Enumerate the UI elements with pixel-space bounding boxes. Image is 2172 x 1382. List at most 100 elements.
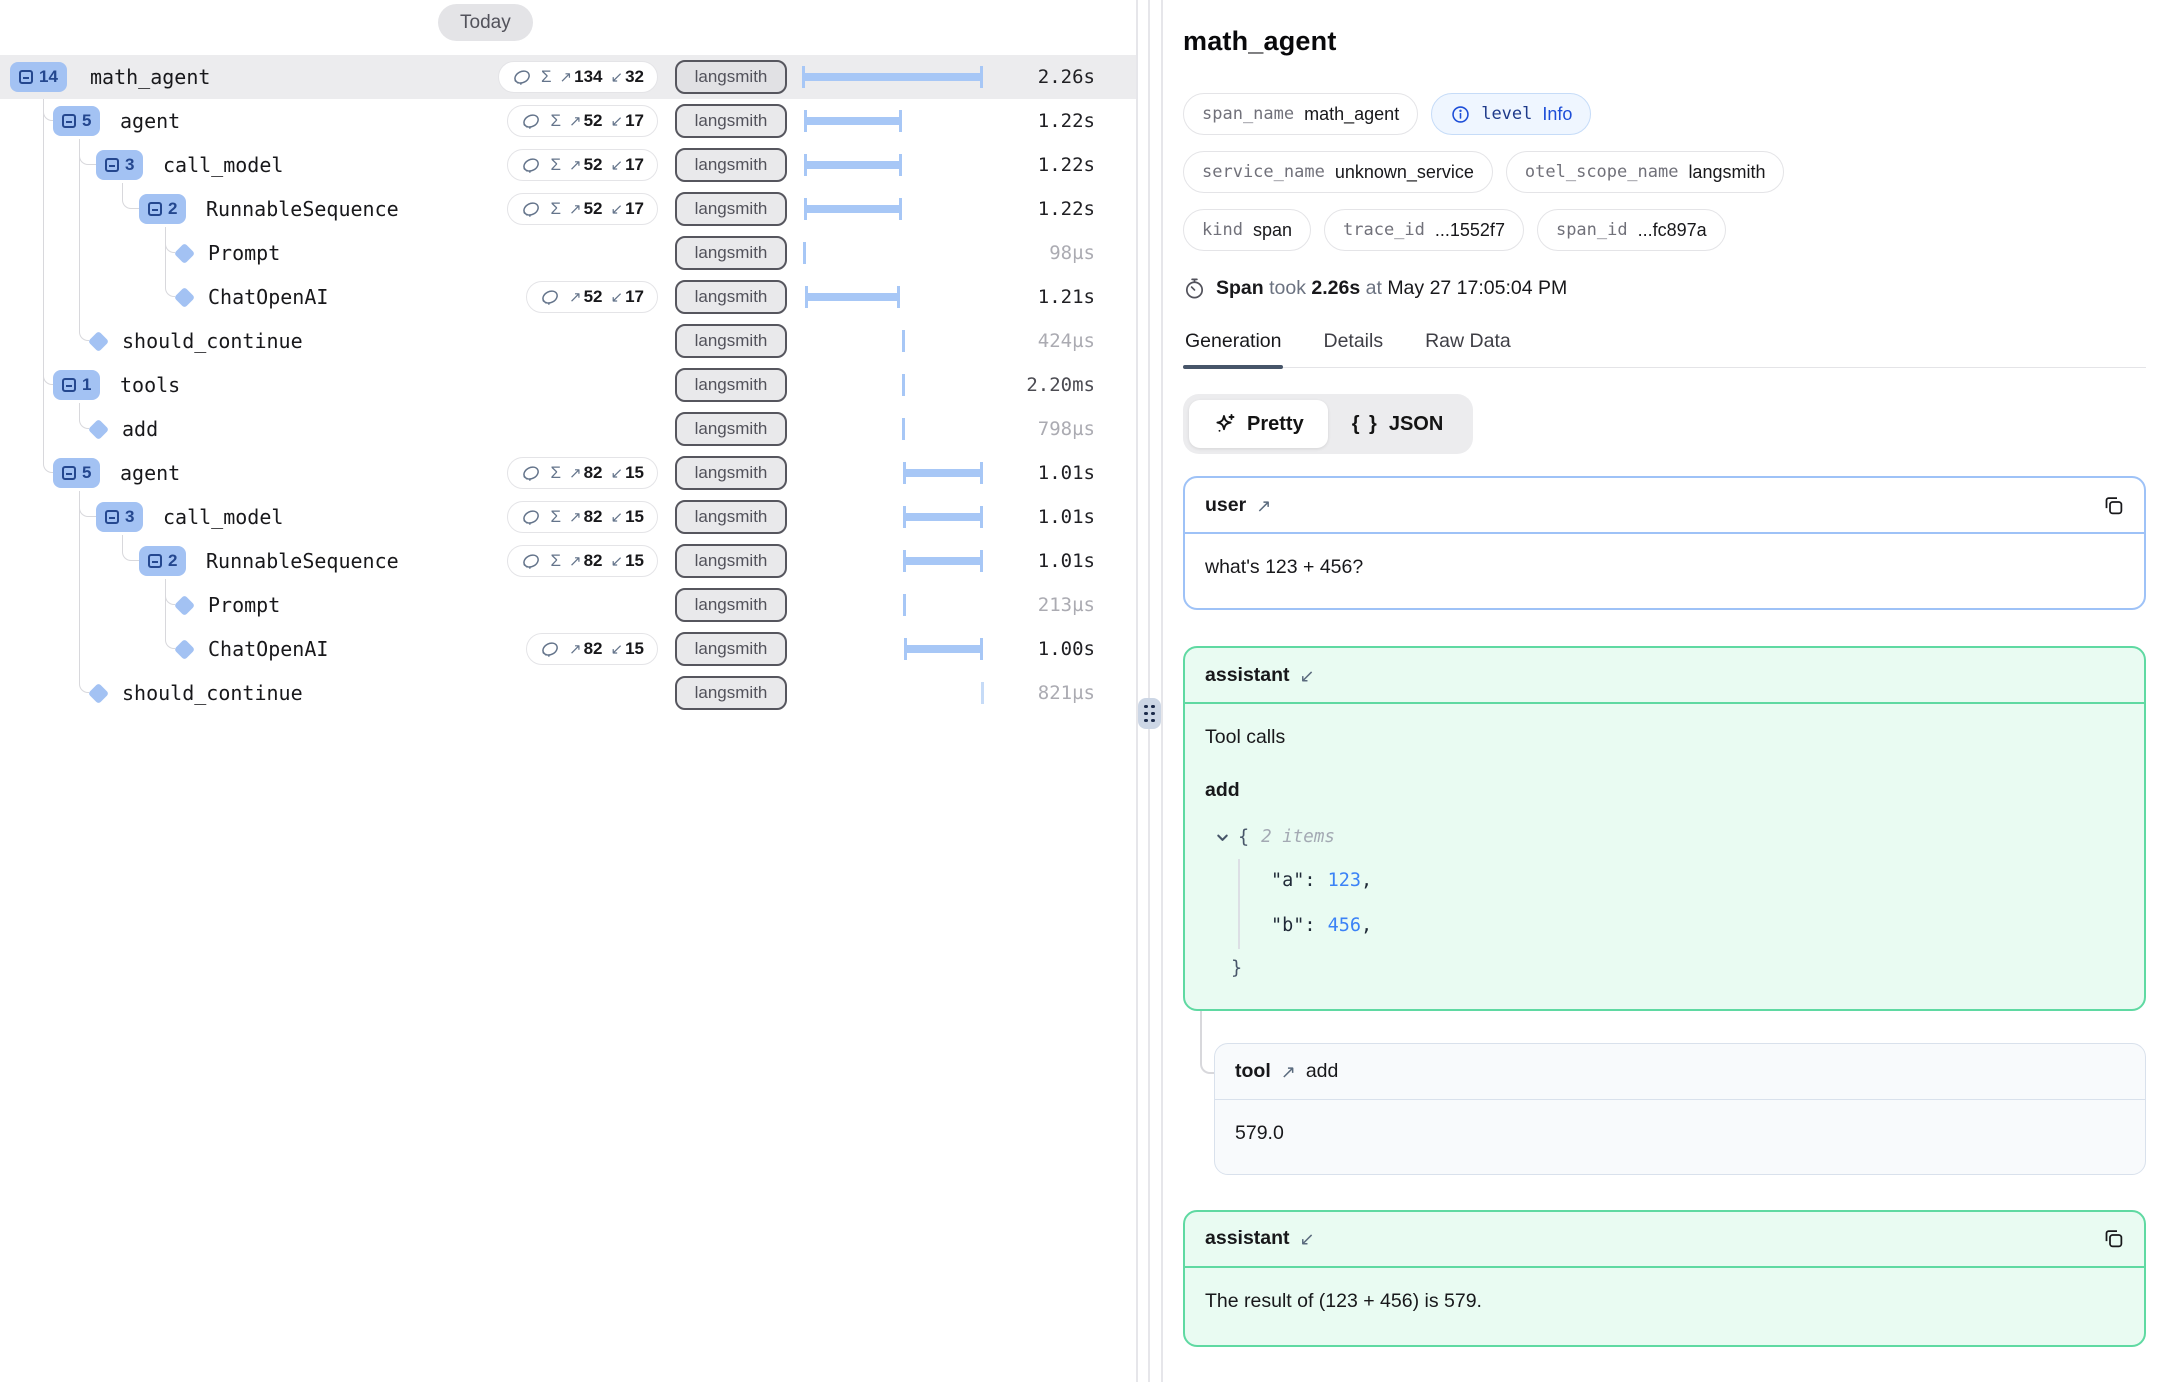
timeline-track [802, 539, 983, 583]
tab-raw-data[interactable]: Raw Data [1423, 330, 1513, 367]
input-tokens: 52 [584, 199, 603, 219]
trace-row-call_model[interactable]: 3call_modelΣ↗52↙17langsmith1.22s [0, 143, 1137, 187]
attribute-key: service_name [1202, 162, 1325, 182]
tokens-icon [521, 111, 542, 132]
trace-row-call_model[interactable]: 3call_modelΣ↗82↙15langsmith1.01s [0, 495, 1137, 539]
role-label: tool [1235, 1060, 1271, 1083]
collapse-badge[interactable]: 5 [53, 106, 100, 136]
trace-row-tools[interactable]: 1toolslangsmith2.20ms [0, 363, 1137, 407]
tab-generation[interactable]: Generation [1183, 330, 1283, 367]
role-label: assistant [1205, 664, 1290, 687]
tool-connector-line [1200, 1011, 1214, 1074]
trace-row-math_agent[interactable]: 14math_agentΣ↗134↙32langsmith2.26s [0, 55, 1137, 99]
trace-row-RunnableSequence[interactable]: 2RunnableSequenceΣ↗82↙15langsmith1.01s [0, 539, 1137, 583]
collapse-minus-icon [62, 114, 76, 128]
chevron-down-icon[interactable] [1215, 830, 1230, 845]
timeline-track [802, 407, 983, 451]
open-span-icon[interactable]: ↗ [1256, 496, 1271, 517]
detail-tabs: Generation Details Raw Data [1183, 330, 2146, 368]
collapse-minus-icon [148, 202, 162, 216]
descendant-count: 14 [39, 67, 58, 87]
copy-button[interactable] [2103, 1228, 2124, 1249]
panel-divider-line [1136, 0, 1138, 1382]
trace-row-agent[interactable]: 5agentΣ↗52↙17langsmith1.22s [0, 99, 1137, 143]
open-span-icon[interactable]: ↙ [1300, 666, 1315, 687]
open-span-icon[interactable]: ↙ [1300, 1229, 1315, 1250]
collapse-badge[interactable]: 5 [53, 458, 100, 488]
token-usage-badge: ↗82↙15 [526, 633, 658, 665]
copy-icon [2103, 495, 2124, 516]
role-label: user [1205, 494, 1246, 517]
duration-label: 1.01s [1038, 495, 1095, 539]
attribute-pills: span_namemath_agentlevelInfoservice_name… [1183, 93, 2146, 251]
trace-row-should_continue[interactable]: should_continuelangsmith424µs [0, 319, 1137, 363]
panel-resize-handle[interactable] [1138, 698, 1161, 729]
output-tokens: 15 [625, 639, 644, 659]
leaf-diamond-icon [174, 243, 195, 264]
input-arrow-icon: ↗ [569, 640, 582, 658]
collapse-minus-icon [105, 510, 119, 524]
collapse-badge[interactable]: 3 [96, 150, 143, 180]
span-timing: Span took 2.26s at May 27 17:05:04 PM [1183, 277, 2146, 300]
toggle-json[interactable]: { } JSON [1328, 400, 1468, 448]
span-name: call_model [163, 143, 283, 187]
collapse-badge[interactable]: 14 [10, 62, 67, 92]
langsmith-tag: langsmith [675, 236, 787, 270]
span-name: agent [120, 451, 180, 495]
timeline-tick [902, 374, 905, 396]
copy-button[interactable] [2103, 495, 2124, 516]
trace-row-Prompt[interactable]: Promptlangsmith213µs [0, 583, 1137, 627]
output-tokens: 15 [625, 551, 644, 571]
descendant-count: 3 [125, 507, 134, 527]
info-icon [1450, 104, 1471, 125]
items-count-label: 2 items [1261, 825, 1335, 850]
input-tokens: 82 [584, 507, 603, 527]
timeline-bar [802, 73, 983, 81]
input-arrow-icon: ↗ [569, 552, 582, 570]
timeline-track [802, 495, 983, 539]
attribute-value: span [1253, 220, 1292, 241]
collapse-minus-icon [19, 70, 33, 84]
sigma-icon: Σ [550, 551, 561, 571]
duration-label: 798µs [1038, 407, 1095, 451]
timeline-tick [803, 242, 806, 264]
collapse-badge[interactable]: 2 [139, 546, 186, 576]
attribute-pill-otel_scope_name: otel_scope_namelangsmith [1506, 151, 1785, 193]
timeline-tick [902, 418, 905, 440]
duration-label: 821µs [1038, 671, 1095, 715]
sigma-icon: Σ [550, 463, 561, 483]
duration-label: 424µs [1038, 319, 1095, 363]
collapse-badge[interactable]: 2 [139, 194, 186, 224]
trace-row-ChatOpenAI[interactable]: ChatOpenAI↗82↙15langsmith1.00s [0, 627, 1137, 671]
tokens-icon [521, 507, 542, 528]
trace-row-should_continue[interactable]: should_continuelangsmith821µs [0, 671, 1137, 715]
langsmith-tag: langsmith [675, 104, 787, 138]
attribute-key: otel_scope_name [1525, 162, 1679, 182]
timeline-bar [804, 205, 902, 213]
trace-row-agent[interactable]: 5agentΣ↗82↙15langsmith1.01s [0, 451, 1137, 495]
span-name: Prompt [208, 231, 280, 275]
collapse-badge[interactable]: 1 [53, 370, 100, 400]
message-content: The result of (123 + 456) is 579. [1185, 1268, 2144, 1345]
timeline-bar [804, 161, 902, 169]
trace-row-ChatOpenAI[interactable]: ChatOpenAI↗52↙17langsmith1.21s [0, 275, 1137, 319]
trace-row-add[interactable]: addlangsmith798µs [0, 407, 1137, 451]
output-arrow-icon: ↙ [611, 156, 624, 174]
timeline-track [802, 143, 983, 187]
input-tokens: 82 [584, 463, 603, 483]
output-tokens: 15 [625, 463, 644, 483]
langsmith-tag: langsmith [675, 192, 787, 226]
collapse-badge[interactable]: 3 [96, 502, 143, 532]
input-tokens: 82 [584, 639, 603, 659]
trace-row-Prompt[interactable]: Promptlangsmith98µs [0, 231, 1137, 275]
timeline-track [802, 55, 983, 99]
output-arrow-icon: ↙ [611, 552, 624, 570]
message-content: what's 123 + 456? [1185, 534, 2144, 608]
span-name: ChatOpenAI [208, 275, 328, 319]
trace-row-RunnableSequence[interactable]: 2RunnableSequenceΣ↗52↙17langsmith1.22s [0, 187, 1137, 231]
timeline-track [802, 671, 983, 715]
open-span-icon[interactable]: ↗ [1281, 1062, 1296, 1083]
collapse-minus-icon [148, 554, 162, 568]
toggle-pretty[interactable]: Pretty [1189, 400, 1328, 448]
tab-details[interactable]: Details [1321, 330, 1385, 367]
